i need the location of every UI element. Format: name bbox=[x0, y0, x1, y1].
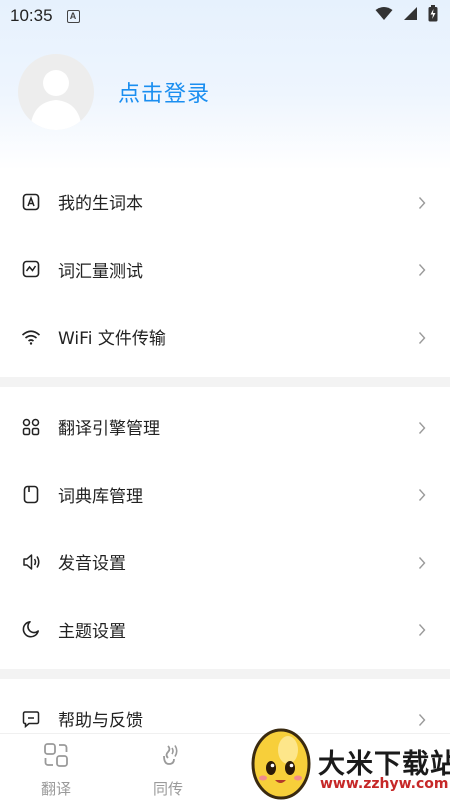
vocab-book-icon bbox=[20, 191, 42, 213]
dictionary-icon bbox=[20, 483, 42, 505]
chevron-right-icon bbox=[418, 555, 430, 569]
menu-label: 词典库管理 bbox=[58, 486, 143, 507]
nav-tab-translate[interactable]: 翻译 bbox=[26, 742, 86, 799]
login-link[interactable]: 点击登录 bbox=[118, 76, 210, 108]
menu-item-theme[interactable]: 主题设置 bbox=[0, 596, 450, 664]
menu-group-account: 我的生词本 词汇量测试 WiFi 文件传输 bbox=[0, 168, 450, 371]
menu-item-dictionary-manage[interactable]: 词典库管理 bbox=[0, 461, 450, 529]
default-avatar-icon bbox=[30, 70, 82, 130]
nav-label: 同传 bbox=[152, 780, 183, 798]
status-indicators bbox=[375, 5, 438, 27]
feedback-icon bbox=[20, 708, 42, 730]
grid-apps-icon bbox=[20, 416, 42, 438]
watermark-url: www.zzhyw.com bbox=[320, 776, 449, 792]
section-divider bbox=[0, 377, 450, 387]
speaker-icon bbox=[20, 551, 42, 573]
chart-test-icon bbox=[20, 258, 42, 280]
menu-item-engine-manage[interactable]: 翻译引擎管理 bbox=[0, 393, 450, 461]
chevron-right-icon bbox=[418, 195, 430, 209]
menu-label: 词汇量测试 bbox=[58, 261, 143, 282]
menu-label: 帮助与反馈 bbox=[58, 711, 143, 732]
menu-label: 我的生词本 bbox=[58, 194, 143, 215]
wifi-signal-icon bbox=[375, 6, 393, 26]
menu-item-pronunciation[interactable]: 发音设置 bbox=[0, 528, 450, 596]
translate-icon bbox=[43, 742, 69, 772]
menu-item-vocab-test[interactable]: 词汇量测试 bbox=[0, 236, 450, 304]
chevron-right-icon bbox=[418, 622, 430, 637]
menu-label: WiFi 文件传输 bbox=[58, 329, 166, 350]
interpret-icon bbox=[155, 742, 181, 772]
menu-item-vocab-book[interactable]: 我的生词本 bbox=[0, 168, 450, 236]
menu-label: 主题设置 bbox=[58, 621, 126, 642]
chevron-right-icon bbox=[418, 262, 430, 277]
notification-icon: A bbox=[66, 9, 80, 23]
chevron-right-icon bbox=[418, 487, 430, 502]
cell-signal-icon bbox=[403, 6, 418, 26]
wifi-icon bbox=[20, 326, 42, 348]
menu-label: 翻译引擎管理 bbox=[58, 419, 160, 440]
watermark: 大米下载站 www.zzhyw.com bbox=[246, 720, 450, 801]
avatar[interactable] bbox=[18, 54, 94, 130]
status-time: 10:35 bbox=[10, 6, 53, 25]
chevron-right-icon bbox=[418, 420, 430, 434]
menu-group-settings: 翻译引擎管理 词典库管理 发音设置 主题设置 bbox=[0, 393, 450, 663]
nav-tab-interpret[interactable]: 同传 bbox=[138, 742, 198, 799]
mascot-logo bbox=[246, 720, 320, 801]
battery-icon bbox=[428, 5, 438, 27]
menu-label: 发音设置 bbox=[58, 554, 126, 575]
chevron-right-icon bbox=[418, 330, 430, 344]
status-bar: 10:35 A bbox=[0, 0, 450, 32]
moon-icon bbox=[20, 618, 42, 640]
section-divider bbox=[0, 669, 450, 679]
menu-item-wifi-transfer[interactable]: WiFi 文件传输 bbox=[0, 303, 450, 371]
profile-section[interactable]: 点击登录 bbox=[18, 54, 210, 130]
nav-label: 翻译 bbox=[40, 780, 71, 798]
